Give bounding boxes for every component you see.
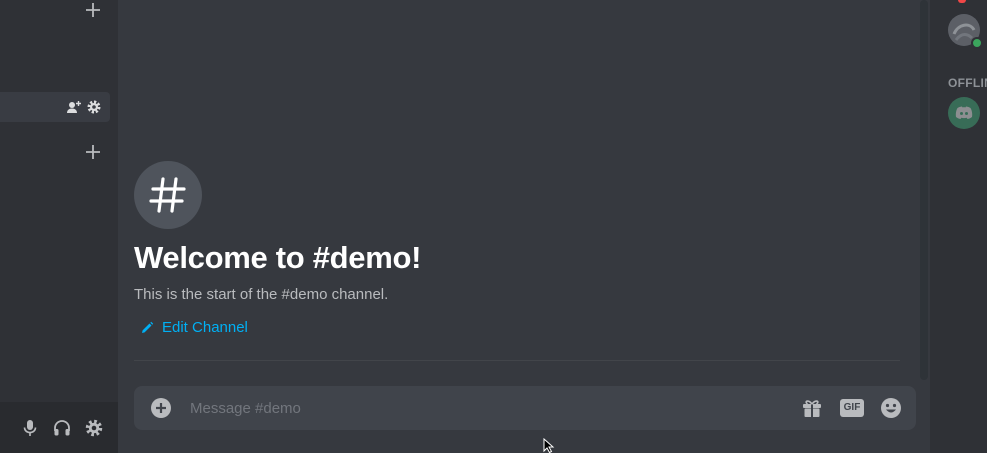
- message-composer: GIF: [134, 386, 916, 430]
- message-input[interactable]: [190, 386, 790, 430]
- divider: [134, 360, 900, 361]
- gift-icon[interactable]: [800, 396, 824, 420]
- pencil-icon: [140, 321, 154, 335]
- hash-icon: [134, 161, 202, 229]
- plus-icon[interactable]: [85, 144, 101, 160]
- edit-channel-label: Edit Channel: [162, 319, 248, 336]
- discord-logo-icon[interactable]: [948, 97, 980, 129]
- avatar[interactable]: [948, 14, 983, 49]
- channel-sidebar: [0, 0, 118, 453]
- welcome-subtitle: This is the start of the #demo channel.: [134, 286, 389, 303]
- gif-label: GIF: [843, 402, 861, 413]
- channel-icon-container: [134, 161, 202, 229]
- user-panel: [0, 402, 118, 453]
- gear-icon[interactable]: [86, 99, 102, 115]
- scrollbar[interactable]: [920, 0, 928, 380]
- channel-item-selected[interactable]: [0, 92, 110, 122]
- microphone-icon[interactable]: [20, 418, 40, 438]
- edit-channel-link[interactable]: Edit Channel: [140, 319, 248, 336]
- plus-icon[interactable]: [85, 2, 101, 18]
- mouse-cursor-icon: [543, 438, 555, 453]
- emoji-icon[interactable]: [879, 396, 903, 420]
- online-status-badge: [971, 37, 983, 49]
- gear-icon[interactable]: [84, 418, 104, 438]
- offline-section-header: OFFLIN: [948, 76, 987, 90]
- gif-button[interactable]: GIF: [839, 396, 865, 420]
- welcome-title: Welcome to #demo!: [134, 240, 422, 275]
- headphones-icon[interactable]: [52, 418, 72, 438]
- plus-circle-icon[interactable]: [150, 397, 172, 419]
- discord-window: Welcome to #demo! This is the start of t…: [0, 0, 987, 453]
- add-user-icon[interactable]: [66, 99, 82, 115]
- member-list: OFFLIN: [930, 0, 987, 453]
